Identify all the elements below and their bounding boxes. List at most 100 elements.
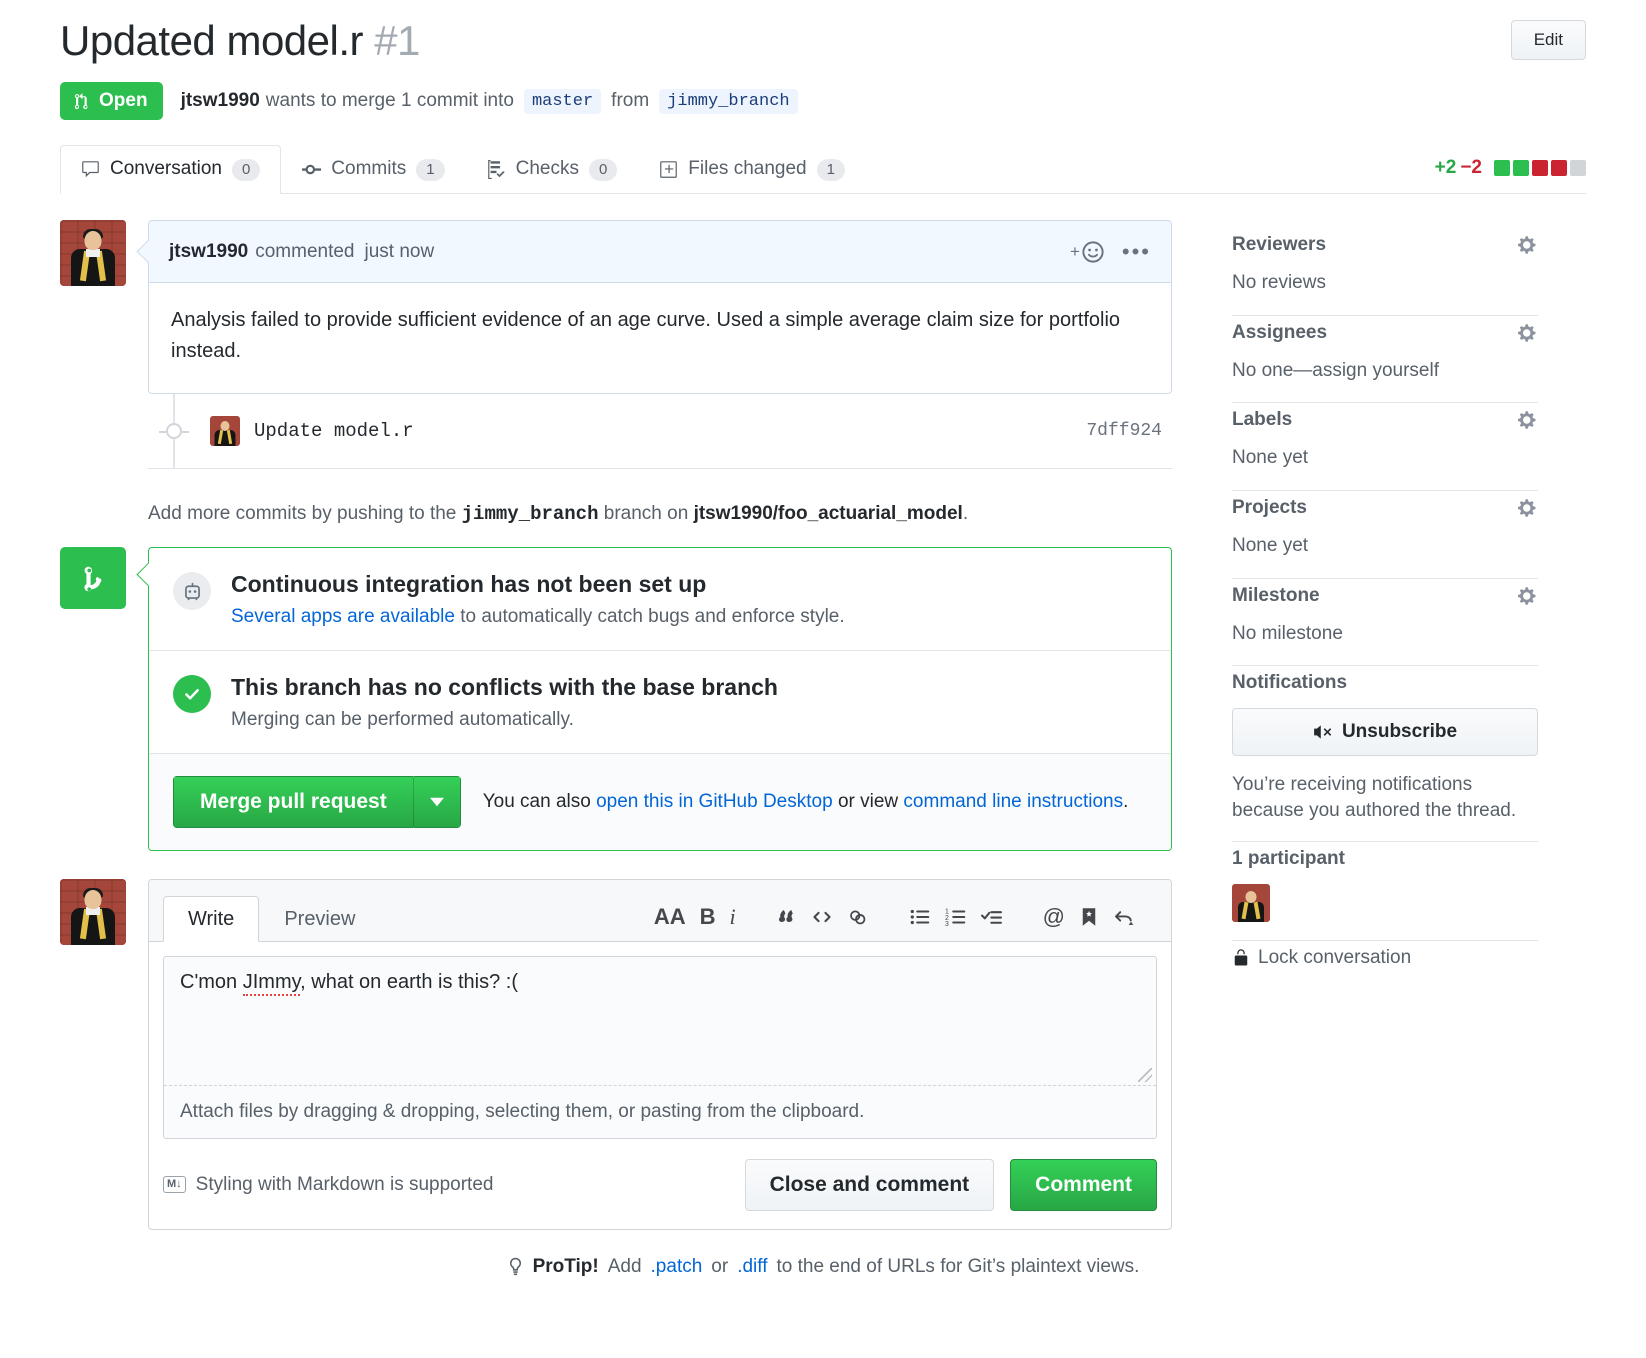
pull-request-page: Updated model.r #1 Edit Open jtsw1990 wa… xyxy=(0,0,1646,1358)
tab-files-changed[interactable]: Files changed 1 xyxy=(638,145,866,194)
gear-icon[interactable] xyxy=(1518,498,1538,518)
comment-body: Analysis failed to provide sufficient ev… xyxy=(171,309,1121,363)
saved-reply-icon[interactable] xyxy=(1079,903,1099,931)
assignees-value[interactable]: No one—assign yourself xyxy=(1232,358,1538,385)
tab-checks[interactable]: Checks 0 xyxy=(466,145,639,194)
push-note-branch: jimmy_branch xyxy=(461,503,599,526)
tab-conversation[interactable]: Conversation 0 xyxy=(60,145,282,195)
lock-conversation-label: Lock conversation xyxy=(1258,947,1412,969)
avatar[interactable] xyxy=(60,878,126,945)
code-glyph xyxy=(813,911,831,922)
ci-status-row: Continuous integration has not been set … xyxy=(149,548,1171,650)
commit-avatar[interactable] xyxy=(210,416,240,447)
smiley-icon xyxy=(1082,241,1104,263)
apps-link[interactable]: Several apps are available xyxy=(231,606,455,627)
gear-icon[interactable] xyxy=(1518,235,1538,255)
link-icon[interactable] xyxy=(847,903,869,931)
unordered-list-icon[interactable] xyxy=(909,903,931,931)
diff-link[interactable]: .diff xyxy=(737,1256,767,1278)
comment-icon xyxy=(82,161,99,178)
code-icon[interactable] xyxy=(811,903,833,931)
merge-dropdown-button[interactable] xyxy=(412,775,461,828)
assignees-title: Assignees xyxy=(1232,321,1328,343)
base-branch-chip[interactable]: master xyxy=(523,88,602,114)
lock-conversation-button[interactable]: Lock conversation xyxy=(1232,947,1538,969)
comment-menu-button[interactable]: ••• xyxy=(1122,240,1151,262)
comment-input[interactable]: C'mon JImmy, what on earth is this? :( xyxy=(164,957,1156,1085)
notifications-title: Notifications xyxy=(1232,672,1348,694)
diffstat-block xyxy=(1551,160,1567,177)
link-glyph xyxy=(849,910,866,925)
markdown-supported-note[interactable]: M↓ Styling with Markdown is supported xyxy=(163,1174,493,1196)
heading-icon[interactable]: AA xyxy=(654,903,686,931)
commit-sha[interactable]: 7dff924 xyxy=(1086,421,1172,441)
unsubscribe-button[interactable]: Unsubscribe xyxy=(1232,708,1538,757)
task-list-icon[interactable] xyxy=(980,903,1003,931)
checks-icon xyxy=(487,160,505,180)
comment-box: jtsw1990 commented just now + ••• Analys… xyxy=(148,220,1172,395)
markdown-icon: M↓ xyxy=(163,1176,186,1194)
commit-row: Update model.r 7dff924 xyxy=(148,394,1172,468)
pr-author[interactable]: jtsw1990 xyxy=(181,90,260,112)
patch-link[interactable]: .patch xyxy=(651,1256,703,1278)
add-reaction-button[interactable]: + xyxy=(1070,241,1104,263)
tab-preview[interactable]: Preview xyxy=(259,896,380,942)
git-merge-icon xyxy=(84,566,102,592)
tab-commits-count: 1 xyxy=(416,158,445,181)
robot-glyph xyxy=(184,582,200,600)
labels-header: Labels xyxy=(1232,409,1538,431)
md-group-block xyxy=(756,903,889,931)
projects-header: Projects xyxy=(1232,497,1538,519)
protip-after: to the end of URLs for Git’s plaintext v… xyxy=(776,1255,1140,1277)
mention-icon[interactable]: @ xyxy=(1043,903,1065,931)
commit-message[interactable]: Update model.r xyxy=(254,420,414,442)
md-group-text: AA B i xyxy=(634,903,756,931)
main-column: jtsw1990 commented just now + ••• Analys… xyxy=(60,220,1172,1230)
participant-avatar[interactable] xyxy=(1232,884,1270,923)
notifications-header: Notifications xyxy=(1232,672,1538,694)
tab-commits[interactable]: Commits 1 xyxy=(281,145,465,194)
edit-button[interactable]: Edit xyxy=(1510,20,1586,60)
gear-icon[interactable] xyxy=(1518,323,1538,343)
head-branch-chip[interactable]: jimmy_branch xyxy=(659,88,798,114)
tab-write[interactable]: Write xyxy=(163,895,260,942)
assignees-header: Assignees xyxy=(1232,322,1538,344)
sidebar-section-assignees: Assignees No one—assign yourself xyxy=(1232,316,1538,404)
sidebar-section-milestone: Milestone No milestone xyxy=(1232,579,1538,667)
misspelled-word: JImmy xyxy=(242,970,301,996)
comment-author[interactable]: jtsw1990 xyxy=(169,241,248,263)
merge-pull-request-button[interactable]: Merge pull request xyxy=(173,775,413,828)
comment-timestamp: just now xyxy=(364,240,435,262)
reply-icon[interactable] xyxy=(1113,903,1137,931)
merge-button-group: Merge pull request xyxy=(173,775,461,828)
avatar[interactable] xyxy=(60,220,126,287)
comment-header-actions: + ••• xyxy=(1070,240,1151,263)
command-line-link[interactable]: command line instructions xyxy=(903,791,1123,812)
projects-title: Projects xyxy=(1232,496,1307,518)
resize-handle[interactable] xyxy=(1138,1067,1152,1082)
bold-icon[interactable]: B xyxy=(700,903,716,931)
robot-icon xyxy=(173,572,211,611)
comment-text-before: C'mon xyxy=(180,970,243,993)
close-and-comment-button[interactable]: Close and comment xyxy=(744,1158,995,1211)
milestone-value: No milestone xyxy=(1232,622,1343,644)
diffstat-blocks xyxy=(1494,160,1586,177)
quote-glyph xyxy=(778,910,793,923)
pr-title-text: Updated model.r xyxy=(60,17,364,64)
gear-icon[interactable] xyxy=(1518,410,1538,430)
bookmark-glyph xyxy=(1082,907,1096,926)
svg-text:3: 3 xyxy=(945,920,949,927)
merge-hint-middle: or view xyxy=(832,790,904,812)
ordered-list-icon[interactable]: 1 2 3 xyxy=(945,903,967,931)
comment-button[interactable]: Comment xyxy=(1010,1158,1157,1211)
diffstat-block xyxy=(1570,160,1586,177)
push-commits-note: Add more commits by pushing to the jimmy… xyxy=(148,469,1172,547)
tab-conversation-label: Conversation xyxy=(110,158,222,180)
quote-icon[interactable] xyxy=(776,903,797,931)
comment-text-after: , what on earth is this? :( xyxy=(300,970,519,993)
gear-icon[interactable] xyxy=(1518,586,1538,606)
attach-files-hint[interactable]: Attach files by dragging & dropping, sel… xyxy=(164,1084,1156,1138)
file-icon xyxy=(660,161,678,179)
github-desktop-link[interactable]: open this in GitHub Desktop xyxy=(596,791,833,812)
italic-icon[interactable]: i xyxy=(730,903,736,931)
